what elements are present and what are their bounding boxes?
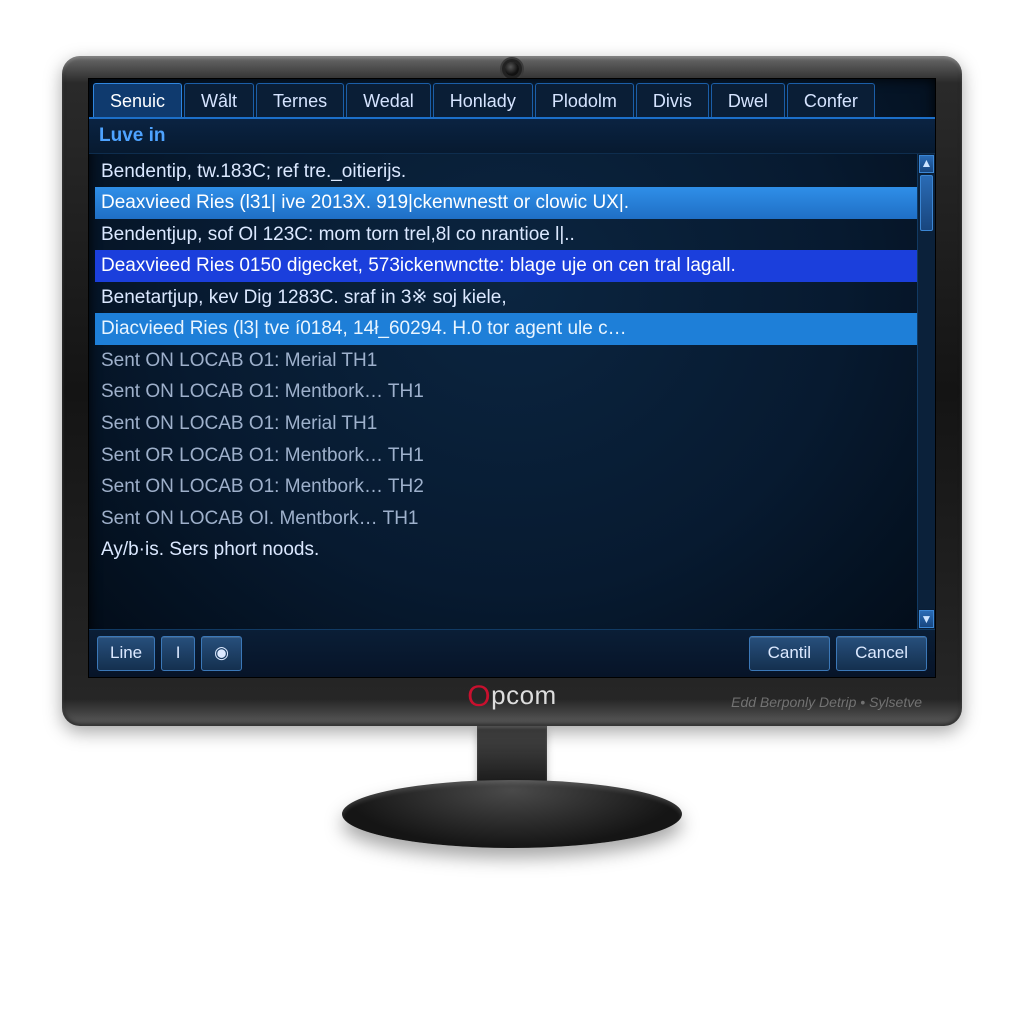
monitor-frame: SenuicWâltTernesWedalHonladyPlodolmDivis…	[62, 56, 962, 848]
cancel-button[interactable]: Cancel	[836, 636, 927, 671]
log-list[interactable]: Bendentip, tw.183C; ref tre._oitierijs.D…	[89, 154, 917, 630]
monitor-base	[342, 780, 682, 848]
tab-divis[interactable]: Divis	[636, 83, 709, 117]
log-row[interactable]: Bendentjup, sof Ol 123C: mom torn trel,8…	[95, 219, 917, 251]
log-row[interactable]: Sent OR LOCAB O1: Mentbork… TH1	[95, 440, 917, 472]
brand-name: pcom	[491, 680, 557, 710]
log-row[interactable]: Sent ON LOCAB O1: Merial TH1	[95, 345, 917, 377]
tab-plodolm[interactable]: Plodolm	[535, 83, 634, 117]
cantil-button[interactable]: Cantil	[749, 636, 830, 671]
log-row[interactable]: Ay/b·is. Sers phort noods.	[95, 534, 917, 566]
log-row[interactable]: Sent ON LOCAB O1: Merial TH1	[95, 408, 917, 440]
tab-bar: SenuicWâltTernesWedalHonladyPlodolmDivis…	[89, 79, 935, 119]
scroll-down-button[interactable]: ▼	[919, 610, 934, 628]
log-row[interactable]: Sent ON LOCAB O1: Mentbork… TH2	[95, 471, 917, 503]
time-icon-button[interactable]: ◉	[201, 636, 242, 671]
tab-honlady[interactable]: Honlady	[433, 83, 533, 117]
line-button[interactable]: Line	[97, 636, 155, 671]
tab-wâlt[interactable]: Wâlt	[184, 83, 254, 117]
tab-dwel[interactable]: Dwel	[711, 83, 785, 117]
monitor-neck	[477, 726, 547, 786]
section-header: Luve in	[89, 119, 935, 154]
brand-dot-icon: O	[467, 680, 491, 713]
log-row[interactable]: Deaxvieed Ries (l31| ive 2013X. 919|cken…	[95, 187, 917, 219]
log-row[interactable]: Benetartjup, kev Dig 1283C. sraf in 3※ s…	[95, 282, 917, 314]
bezel: SenuicWâltTernesWedalHonladyPlodolmDivis…	[62, 56, 962, 726]
scroll-track[interactable]	[918, 174, 935, 610]
tab-wedal[interactable]: Wedal	[346, 83, 431, 117]
camera-lens-icon	[505, 62, 519, 76]
tab-confer[interactable]: Confer	[787, 83, 875, 117]
scrollbar[interactable]: ▲ ▼	[917, 154, 935, 630]
log-list-wrapper: Bendentip, tw.183C; ref tre._oitierijs.D…	[89, 154, 935, 630]
watermark-text: Edd Berponly Detrip • Sylsetve	[731, 694, 922, 710]
cursor-button[interactable]: I	[161, 636, 195, 671]
scroll-up-button[interactable]: ▲	[919, 155, 934, 173]
scroll-thumb[interactable]	[920, 175, 933, 231]
log-row[interactable]: Sent ON LOCAB O1: Mentbork… TH1	[95, 376, 917, 408]
screen: SenuicWâltTernesWedalHonladyPlodolmDivis…	[88, 78, 936, 678]
footer-bar: Line I ◉ Cantil Cancel	[89, 629, 935, 677]
log-row[interactable]: Bendentip, tw.183C; ref tre._oitierijs.	[95, 156, 917, 188]
tab-ternes[interactable]: Ternes	[256, 83, 344, 117]
log-row[interactable]: Deaxvieed Ries 0150 digecket, 573ickenwn…	[95, 250, 917, 282]
log-row[interactable]: Diacvieed Ries (l3| tve í0184, 14ł_60294…	[95, 313, 917, 345]
log-row[interactable]: Sent ON LOCAB OI. Mentbork… TH1	[95, 503, 917, 535]
tab-senuic[interactable]: Senuic	[93, 83, 182, 117]
